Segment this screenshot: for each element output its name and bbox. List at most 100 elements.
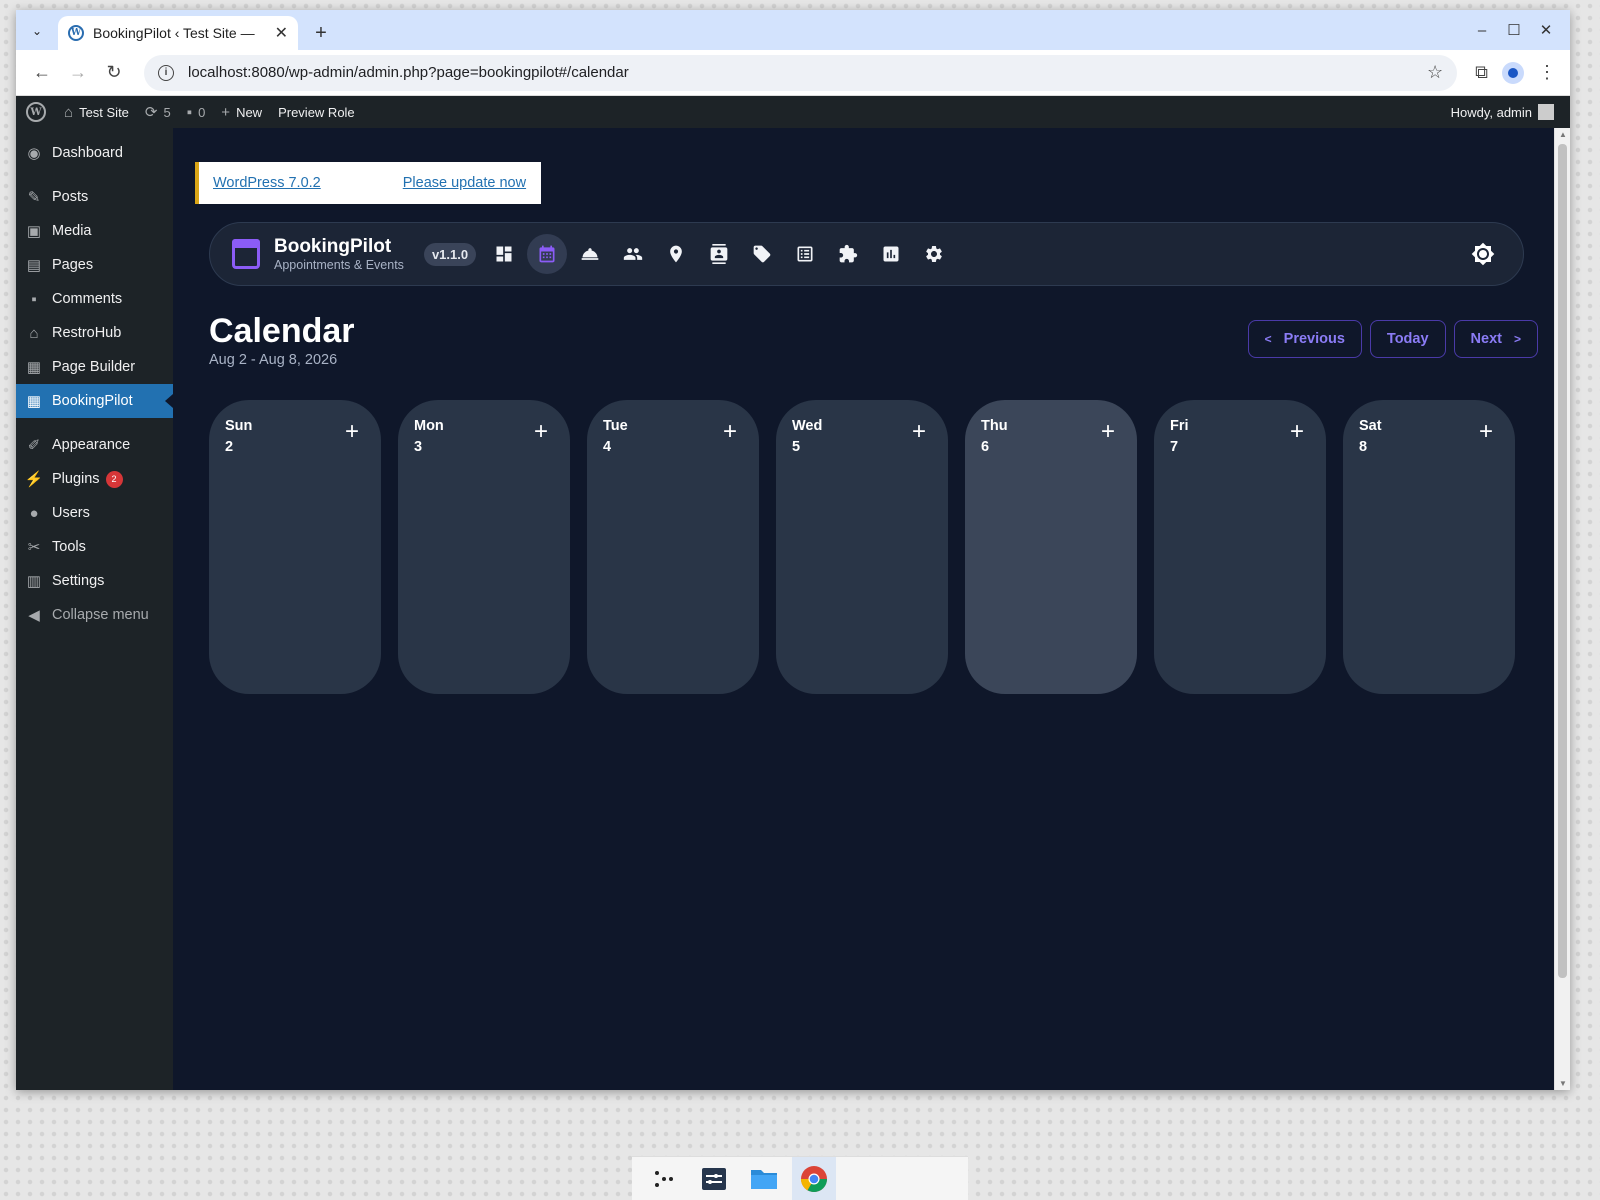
day-column-fri[interactable]: Fri 7 + bbox=[1154, 400, 1326, 694]
launcher-icon[interactable] bbox=[642, 1157, 686, 1200]
version-badge: v1.1.0 bbox=[423, 242, 477, 266]
browser-tab[interactable]: W BookingPilot ‹ Test Site — ✕ bbox=[58, 16, 298, 50]
sidebar-item-posts[interactable]: ✎ Posts bbox=[16, 180, 173, 214]
tab-search-icon[interactable]: ⌄ bbox=[24, 18, 50, 44]
day-column-tue[interactable]: Tue 4 + bbox=[587, 400, 759, 694]
nav-addons-icon[interactable] bbox=[828, 234, 868, 274]
dashboard-icon: ◉ bbox=[27, 145, 41, 162]
wp-admin-bar: W ⌂ Test Site ⟳ 5 ▪ 0 + New Preview Role… bbox=[16, 96, 1570, 128]
os-taskbar bbox=[632, 1156, 968, 1200]
sidebar-item-restrohub[interactable]: ⌂ RestroHub bbox=[16, 316, 173, 350]
reload-icon[interactable]: ↻ bbox=[98, 57, 130, 89]
sidebar-item-media[interactable]: ▣ Media bbox=[16, 214, 173, 248]
pin-icon: ✎ bbox=[27, 189, 41, 206]
close-tab-icon[interactable]: ✕ bbox=[275, 23, 288, 43]
browser-toolbar: ← → ↻ i localhost:8080/wp-admin/admin.ph… bbox=[16, 50, 1570, 96]
nav-customers-icon[interactable] bbox=[699, 234, 739, 274]
add-booking-icon[interactable]: + bbox=[345, 420, 359, 444]
add-booking-icon[interactable]: + bbox=[1290, 420, 1304, 444]
day-column-sat[interactable]: Sat 8 + bbox=[1343, 400, 1515, 694]
my-account-link[interactable]: Howdy, admin bbox=[1451, 104, 1564, 120]
day-column-mon[interactable]: Mon 3 + bbox=[398, 400, 570, 694]
bookmark-star-icon[interactable]: ☆ bbox=[1427, 62, 1443, 83]
brush-icon: ✐ bbox=[27, 437, 41, 454]
nav-calendar-icon[interactable] bbox=[527, 234, 568, 274]
extensions-icon[interactable]: ⧉ bbox=[1475, 62, 1488, 83]
plugin-nav bbox=[484, 234, 954, 274]
wordpress-logo-icon[interactable]: W bbox=[26, 102, 46, 122]
home-icon: ⌂ bbox=[64, 103, 74, 121]
sidebar-item-plugins[interactable]: ⚡ Plugins 2 bbox=[16, 462, 173, 496]
update-now-link[interactable]: Please update now bbox=[403, 175, 526, 191]
minimize-icon[interactable]: – bbox=[1466, 18, 1498, 42]
scroll-down-icon[interactable]: ▼ bbox=[1555, 1079, 1570, 1088]
sidebar-item-tools[interactable]: ✂ Tools bbox=[16, 530, 173, 564]
plugins-update-badge: 2 bbox=[105, 470, 123, 488]
user-icon: ● bbox=[29, 504, 39, 522]
back-icon[interactable]: ← bbox=[26, 57, 58, 89]
nav-staff-icon[interactable] bbox=[613, 234, 653, 274]
updates-icon: ⟳ bbox=[144, 104, 158, 121]
sidebar-item-users[interactable]: ● Users bbox=[16, 496, 173, 530]
maximize-icon[interactable]: ☐ bbox=[1498, 18, 1530, 42]
nav-services-icon[interactable] bbox=[570, 234, 610, 274]
new-tab-icon[interactable]: + bbox=[308, 20, 334, 46]
day-column-wed[interactable]: Wed 5 + bbox=[776, 400, 948, 694]
site-info-icon[interactable]: i bbox=[158, 64, 174, 81]
nav-dashboard-icon[interactable] bbox=[484, 234, 524, 274]
nav-settings-icon[interactable] bbox=[914, 234, 954, 274]
day-column-sun[interactable]: Sun 2 + bbox=[209, 400, 381, 694]
address-bar[interactable]: i localhost:8080/wp-admin/admin.php?page… bbox=[144, 54, 1458, 91]
scrollbar-thumb[interactable] bbox=[1558, 144, 1567, 978]
sidebar-item-pages[interactable]: ▤ Pages bbox=[16, 248, 173, 282]
wordpress-version-link[interactable]: WordPress 7.0.2 bbox=[213, 175, 321, 191]
add-booking-icon[interactable]: + bbox=[1479, 420, 1493, 444]
files-folder-icon[interactable] bbox=[742, 1157, 786, 1200]
sidebar-item-appearance[interactable]: ✐ Appearance bbox=[16, 428, 173, 462]
url-text: localhost:8080/wp-admin/admin.php?page=b… bbox=[188, 64, 629, 81]
bookingpilot-header: BookingPilot Appointments & Events v1.1.… bbox=[209, 222, 1524, 286]
plugin-name: BookingPilot bbox=[274, 236, 392, 257]
nav-list-icon[interactable] bbox=[785, 234, 825, 274]
sidebar-item-dashboard[interactable]: ◉ Dashboard bbox=[16, 136, 173, 170]
profile-avatar-icon[interactable] bbox=[1502, 61, 1524, 84]
previous-button[interactable]: < Previous bbox=[1247, 320, 1362, 358]
calendar-navigation: < Previous Today Next > bbox=[1247, 320, 1538, 358]
comments-link[interactable]: ▪ 0 bbox=[187, 104, 206, 121]
sidebar-item-page-builder[interactable]: ▦ Page Builder bbox=[16, 350, 173, 384]
wordpress-favicon-icon: W bbox=[68, 25, 84, 41]
page-scrollbar[interactable]: ▲ ▼ bbox=[1554, 128, 1570, 1090]
nav-locations-icon[interactable] bbox=[656, 234, 696, 274]
add-booking-icon[interactable]: + bbox=[912, 420, 926, 444]
collapse-menu-button[interactable]: ◀ Collapse menu bbox=[16, 598, 173, 632]
calendar-icon: ▦ bbox=[26, 393, 42, 410]
scroll-up-icon[interactable]: ▲ bbox=[1555, 130, 1570, 139]
sidebar-item-comments[interactable]: ▪ Comments bbox=[16, 282, 173, 316]
bookingpilot-logo-icon bbox=[232, 239, 260, 269]
nav-reports-icon[interactable] bbox=[871, 234, 911, 274]
next-button[interactable]: Next > bbox=[1453, 320, 1538, 358]
today-button[interactable]: Today bbox=[1369, 320, 1446, 358]
sidebar-item-settings[interactable]: ▥ Settings bbox=[16, 564, 173, 598]
new-content-link[interactable]: + New bbox=[221, 104, 262, 121]
store-icon: ⌂ bbox=[29, 324, 39, 342]
terminal-settings-icon[interactable] bbox=[692, 1157, 736, 1200]
updates-link[interactable]: ⟳ 5 bbox=[145, 103, 171, 121]
add-booking-icon[interactable]: + bbox=[723, 420, 737, 444]
theme-toggle-sun-icon[interactable] bbox=[1465, 236, 1501, 272]
comment-icon: ▪ bbox=[31, 290, 37, 308]
add-booking-icon[interactable]: + bbox=[534, 420, 548, 444]
close-window-icon[interactable]: ✕ bbox=[1530, 18, 1562, 42]
pages-icon: ▤ bbox=[26, 257, 42, 274]
sidebar-item-bookingpilot[interactable]: ▦ BookingPilot bbox=[16, 384, 173, 418]
browser-menu-icon[interactable]: ⋮ bbox=[1538, 62, 1556, 83]
add-booking-icon[interactable]: + bbox=[1101, 420, 1115, 444]
update-notice: WordPress 7.0.2 Please update now bbox=[195, 162, 541, 204]
chrome-browser-icon[interactable] bbox=[792, 1156, 836, 1200]
media-icon: ▣ bbox=[26, 223, 42, 240]
site-name-link[interactable]: ⌂ Test Site bbox=[64, 104, 129, 121]
forward-icon[interactable]: → bbox=[62, 57, 94, 89]
preview-role-link[interactable]: Preview Role bbox=[278, 105, 355, 120]
nav-coupons-icon[interactable] bbox=[742, 234, 782, 274]
day-column-thu-today[interactable]: Thu 6 + bbox=[965, 400, 1137, 694]
